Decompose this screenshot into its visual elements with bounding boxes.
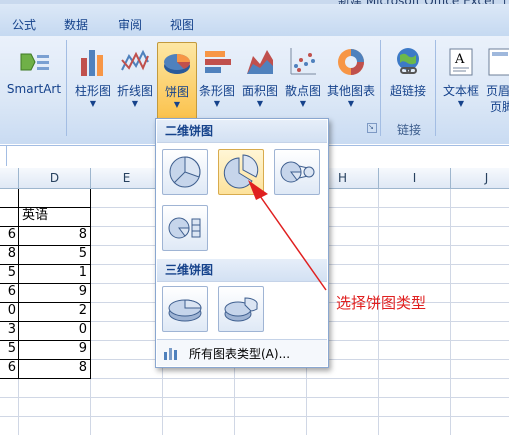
- chevron-down-icon: ▼: [131, 99, 139, 108]
- chevron-down-icon: ▼: [347, 99, 355, 108]
- table-cell[interactable]: 0: [19, 321, 87, 339]
- table-cell[interactable]: 3: [0, 321, 16, 339]
- hyperlink-button[interactable]: 超链接: [384, 42, 432, 118]
- scatter-chart-button[interactable]: 散点图 ▼: [282, 42, 324, 118]
- area-chart-button[interactable]: 面积图 ▼: [239, 42, 281, 118]
- other-charts-label: 其他图表: [326, 84, 375, 98]
- group-label-links: 链接: [397, 123, 422, 137]
- textbox-button[interactable]: A 文本框 ▼: [439, 42, 483, 118]
- scatter-chart-icon: [290, 48, 316, 75]
- bar-chart-label: 条形图: [198, 84, 235, 98]
- chevron-down-icon: ▼: [299, 99, 307, 108]
- pie-chart-button[interactable]: 饼图 ▼: [157, 42, 197, 120]
- header-footer-icon: [488, 48, 509, 76]
- area-chart-icon: [247, 50, 273, 74]
- section-header-3d-pie: 三维饼图: [157, 259, 327, 282]
- chevron-down-icon: ▼: [457, 99, 465, 108]
- bar-chart-icon: [205, 51, 231, 73]
- column-header-i[interactable]: I: [379, 168, 451, 188]
- header-cell-english[interactable]: 英语: [22, 207, 48, 225]
- pie-of-pie-thumbnail[interactable]: [274, 149, 320, 195]
- group-separator: [66, 40, 67, 136]
- column-chart-label: 柱形图: [74, 84, 111, 98]
- table-cell[interactable]: 8: [19, 359, 87, 377]
- pie-3d-icon: [168, 299, 202, 322]
- exploded-pie-3d-icon: [224, 297, 258, 322]
- pie-chart-icon: [164, 54, 191, 74]
- header-footer-button[interactable]: 页眉 页脚: [484, 42, 509, 118]
- smartart-icon: [20, 53, 49, 71]
- smartart-button[interactable]: SmartArt: [4, 42, 64, 118]
- column-header-c[interactable]: [0, 168, 19, 188]
- table-cell[interactable]: 1: [19, 264, 87, 282]
- bar-of-pie-thumbnail[interactable]: [162, 205, 208, 251]
- exploded-pie-3d-thumbnail[interactable]: [218, 286, 264, 332]
- table-cell[interactable]: 0: [0, 302, 16, 320]
- tab-view[interactable]: 视图: [170, 16, 194, 33]
- hyperlink-label: 超链接: [389, 84, 426, 98]
- pie-of-pie-icon: [280, 161, 315, 183]
- all-chart-types-item[interactable]: 所有图表类型(A)...: [157, 339, 327, 366]
- globe-link-icon: [397, 48, 419, 74]
- ribbon-tab-bar: 公式 数据 审阅 视图: [0, 4, 509, 37]
- table-cell[interactable]: 5: [0, 264, 16, 282]
- table-cell[interactable]: 6: [0, 283, 16, 301]
- chevron-down-icon: ▼: [89, 99, 97, 108]
- tab-formulas[interactable]: 公式: [12, 16, 36, 33]
- table-cell[interactable]: 8: [19, 226, 87, 244]
- svg-text:A: A: [454, 52, 465, 67]
- group-separator: [380, 40, 381, 136]
- table-cell[interactable]: 9: [19, 283, 87, 301]
- header-footer-label-bottom: 页脚: [490, 100, 509, 114]
- pie-2d-thumbnail[interactable]: [162, 149, 208, 195]
- column-header-e[interactable]: E: [91, 168, 163, 188]
- exploded-pie-icon: [223, 154, 259, 189]
- table-cell[interactable]: 6: [0, 359, 16, 377]
- tab-data[interactable]: 数据: [64, 16, 88, 33]
- line-chart-label: 折线图: [116, 84, 153, 98]
- all-chart-types-label: 所有图表类型(A)...: [189, 347, 291, 361]
- tab-review[interactable]: 审阅: [118, 16, 142, 33]
- chart-types-icon: [164, 348, 177, 360]
- chevron-down-icon: ▼: [256, 99, 264, 108]
- pie-chart-gallery: 二维饼图 三维饼图 所有图表类型(A)...: [155, 118, 329, 368]
- column-chart-icon: [81, 50, 103, 76]
- table-cell[interactable]: 2: [19, 302, 87, 320]
- bar-chart-button[interactable]: 条形图 ▼: [197, 42, 237, 118]
- pie-3d-thumbnail[interactable]: [162, 286, 208, 332]
- area-chart-label: 面积图: [241, 84, 278, 98]
- annotation-text: 选择饼图类型: [336, 294, 427, 312]
- table-cell[interactable]: 5: [0, 340, 16, 358]
- group-separator: [435, 40, 436, 136]
- table-cell[interactable]: 5: [19, 245, 87, 263]
- pie-icon: [169, 156, 201, 188]
- chevron-down-icon: ▼: [213, 99, 221, 108]
- line-chart-button[interactable]: 折线图 ▼: [115, 42, 155, 118]
- smartart-label: SmartArt: [6, 82, 62, 96]
- scatter-chart-label: 散点图: [284, 84, 321, 98]
- table-cell[interactable]: 8: [0, 245, 16, 263]
- column-header-j[interactable]: J: [451, 168, 509, 188]
- line-chart-icon: [121, 49, 149, 71]
- table-cell[interactable]: 6: [0, 226, 16, 244]
- pie-chart-label: 饼图: [164, 85, 189, 99]
- column-chart-button[interactable]: 柱形图 ▼: [72, 42, 114, 118]
- exploded-pie-2d-thumbnail[interactable]: [218, 149, 264, 195]
- other-charts-button[interactable]: 其他图表 ▼: [325, 42, 377, 118]
- formula-bar-edge: [0, 146, 7, 166]
- dialog-launcher-icon[interactable]: ↘: [367, 123, 377, 133]
- textbox-label: 文本框: [442, 84, 479, 98]
- column-header-d[interactable]: D: [19, 168, 91, 188]
- donut-chart-icon: [338, 49, 364, 75]
- chevron-down-icon: ▼: [173, 100, 181, 109]
- header-footer-label-top: 页眉: [486, 84, 509, 98]
- textbox-icon: A: [449, 48, 473, 76]
- table-cell[interactable]: 9: [19, 340, 87, 358]
- section-header-2d-pie: 二维饼图: [157, 120, 327, 143]
- bar-of-pie-icon: [168, 217, 201, 239]
